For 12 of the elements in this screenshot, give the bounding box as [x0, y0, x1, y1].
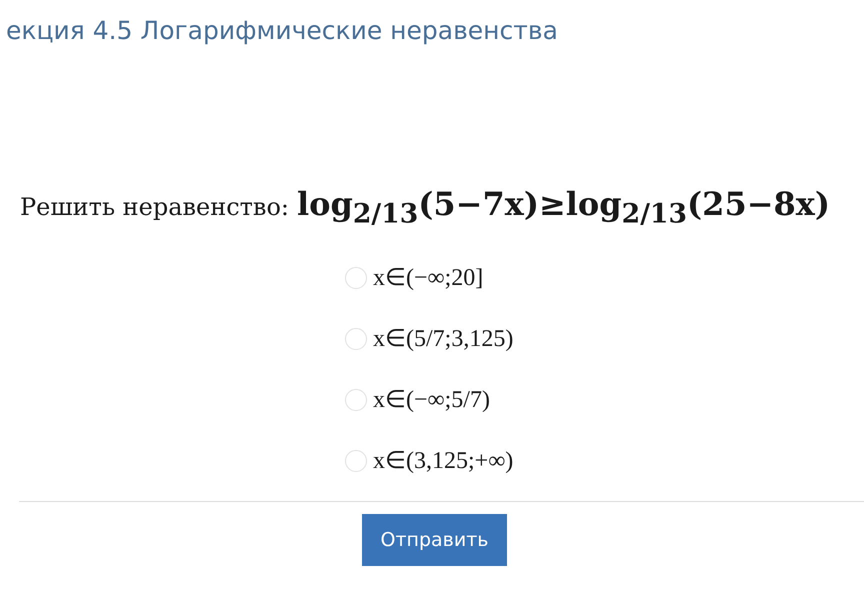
submit-button[interactable]: Отправить: [362, 514, 507, 566]
answer-option[interactable]: x∈(−∞;20]: [373, 263, 484, 292]
radio-button[interactable]: [345, 450, 367, 472]
radio-button[interactable]: [345, 388, 367, 411]
lecture-title: екция 4.5 Логарифмические неравенства: [5, 15, 559, 45]
answer-option[interactable]: x∈(5/7;3,125): [373, 324, 514, 354]
radio-button[interactable]: [345, 328, 367, 350]
answer-option[interactable]: x∈(−∞;5/7): [373, 385, 490, 414]
question-text: Решить неравенство:: [20, 193, 289, 221]
inequality-formula: log$_{2/13}$(5−7x)≥log$_{2/13}$(25−8x): [296, 185, 830, 230]
answer-option[interactable]: x∈(3,125;+∞): [373, 446, 514, 476]
radio-button[interactable]: [345, 266, 367, 289]
